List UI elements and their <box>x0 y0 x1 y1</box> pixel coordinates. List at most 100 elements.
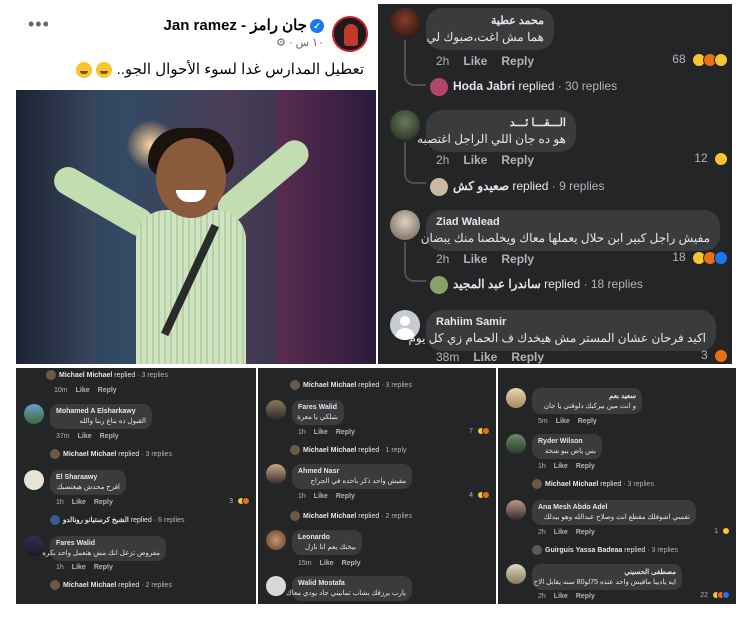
like-button[interactable]: Like <box>320 560 334 567</box>
reaction-summary[interactable]: 3 <box>701 348 728 363</box>
reply-button[interactable]: Reply <box>336 493 355 500</box>
reply-button[interactable]: Reply <box>100 433 119 440</box>
reply-button[interactable]: Reply <box>94 564 113 571</box>
reply-button[interactable]: Reply <box>576 529 595 536</box>
commenter-name[interactable]: Ryder Wilson <box>538 438 596 445</box>
reply-button[interactable]: Reply <box>576 463 595 470</box>
reply-button[interactable]: Reply <box>94 499 113 506</box>
commenter-name[interactable]: Walid Mostafa <box>298 580 406 587</box>
replies-link[interactable]: الشيخ كرستيانو رونالدو replied · 6 repli… <box>50 515 185 525</box>
author-avatar[interactable] <box>332 16 368 52</box>
commenter-avatar[interactable] <box>24 470 44 490</box>
commenter-avatar[interactable] <box>24 536 44 556</box>
commenter-name[interactable]: Ahmed Nasr <box>298 468 406 475</box>
comment-time[interactable]: 37m <box>56 433 70 440</box>
commenter-avatar[interactable] <box>390 210 420 240</box>
replies-link[interactable]: Michael Michael replied · 3 replies <box>46 370 168 380</box>
commenter-name[interactable]: الـــقـــا ئـــد <box>436 116 566 129</box>
reply-button[interactable]: Reply <box>576 593 595 600</box>
commenter-name[interactable]: Mohamed A Elsharkawy <box>56 408 146 415</box>
comment-time[interactable]: 10m <box>54 387 68 394</box>
replies-link[interactable]: Michael Michael replied · 3 replies <box>50 449 172 459</box>
post-time[interactable]: ١٠ س · ⚙ <box>276 36 324 49</box>
like-button[interactable]: Like <box>72 499 86 506</box>
commenter-name[interactable]: محمد عطية <box>436 14 544 27</box>
replies-link[interactable]: Michael Michael replied · 3 replies <box>290 380 412 390</box>
replies-link[interactable]: Michael Michael replied · 3 replies <box>532 479 654 489</box>
reply-button[interactable]: Reply <box>336 429 355 436</box>
commenter-avatar[interactable] <box>390 110 420 140</box>
commenter-name[interactable]: مصطفى الحسيني <box>538 568 676 576</box>
replies-link[interactable]: Michael Michael replied · 2 replies <box>290 511 412 521</box>
comment-time[interactable]: 2h <box>436 153 449 167</box>
reaction-summary[interactable]: 4 <box>469 491 490 499</box>
commenter-avatar[interactable] <box>24 404 44 424</box>
commenter-avatar[interactable] <box>390 8 420 38</box>
commenter-avatar[interactable] <box>506 434 526 454</box>
comment-time[interactable]: 1h <box>538 463 546 470</box>
like-button[interactable]: Like <box>78 433 92 440</box>
comment-time[interactable]: 1h <box>298 429 306 436</box>
commenter-name[interactable]: سعيد بعم <box>538 392 636 400</box>
like-button[interactable]: Like <box>463 153 487 167</box>
like-button[interactable]: Like <box>554 593 568 600</box>
reaction-summary[interactable]: 68 <box>672 52 728 67</box>
reaction-summary[interactable]: 7 <box>469 427 490 435</box>
like-button[interactable]: Like <box>473 350 497 364</box>
commenter-avatar[interactable] <box>266 400 286 420</box>
like-button[interactable]: Like <box>72 564 86 571</box>
reply-button[interactable]: Reply <box>342 560 361 567</box>
like-button[interactable]: Like <box>314 493 328 500</box>
comment-time[interactable]: 1h <box>56 499 64 506</box>
replies-link[interactable]: Guirguis Yassa Badeaa replied · 3 replie… <box>532 545 678 555</box>
comment-time[interactable]: 2h <box>538 529 546 536</box>
post-photo[interactable] <box>16 90 376 364</box>
reply-button[interactable]: Reply <box>578 418 597 425</box>
reaction-summary[interactable]: 18 <box>672 250 728 265</box>
commenter-name[interactable]: Ziad Walead <box>436 216 710 228</box>
comment-time[interactable]: 15m <box>298 560 312 567</box>
commenter-name[interactable]: El Sharaawy <box>56 474 120 481</box>
reaction-summary[interactable]: 12 <box>694 151 728 166</box>
reply-button[interactable]: Reply <box>98 387 117 394</box>
commenter-avatar[interactable] <box>506 500 526 520</box>
like-button[interactable]: Like <box>554 463 568 470</box>
commenter-avatar[interactable] <box>506 564 526 584</box>
comment-time[interactable]: 2h <box>436 54 449 68</box>
commenter-name[interactable]: Fares Walid <box>298 404 338 411</box>
like-button[interactable]: Like <box>556 418 570 425</box>
commenter-avatar[interactable] <box>266 576 286 596</box>
reply-button[interactable]: Reply <box>501 54 534 68</box>
replies-link[interactable]: ساندرا عبد المجيد replied · 18 replies <box>430 276 643 294</box>
like-button[interactable]: Like <box>76 387 90 394</box>
comment-time[interactable]: 38m <box>436 350 459 364</box>
comment-time[interactable]: 1h <box>298 493 306 500</box>
reaction-summary[interactable]: 1 <box>714 527 730 535</box>
reply-button[interactable]: Reply <box>501 252 534 266</box>
replies-link[interactable]: Michael Michael replied · 1 reply <box>290 445 407 455</box>
reply-button[interactable]: Reply <box>511 350 544 364</box>
comment-time[interactable]: 2h <box>538 593 546 600</box>
comment-time[interactable]: 1h <box>56 564 64 571</box>
commenter-name[interactable]: Leonardo <box>298 534 356 541</box>
more-options-icon[interactable]: ••• <box>28 14 50 35</box>
reaction-summary[interactable]: 22 <box>700 591 730 599</box>
commenter-name[interactable]: Rahiim Samir <box>436 316 706 328</box>
replies-link[interactable]: Michael Michael replied · 2 replies <box>50 580 172 590</box>
author-name[interactable]: ✓جان رامز - Jan ramez <box>164 16 324 34</box>
commenter-name[interactable]: Ana Mesh Abdo Adel <box>538 504 690 511</box>
like-button[interactable]: Like <box>314 429 328 436</box>
like-button[interactable]: Like <box>463 54 487 68</box>
commenter-avatar[interactable] <box>506 388 526 408</box>
reply-button[interactable]: Reply <box>501 153 534 167</box>
reaction-summary[interactable]: 3 <box>229 497 250 505</box>
commenter-avatar[interactable] <box>266 530 286 550</box>
like-button[interactable]: Like <box>554 529 568 536</box>
replies-link[interactable]: Hoda Jabri replied · 30 replies <box>430 78 617 96</box>
comment-time[interactable]: 5m <box>538 418 548 425</box>
like-button[interactable]: Like <box>463 252 487 266</box>
comment-time[interactable]: 2h <box>436 252 449 266</box>
commenter-avatar[interactable] <box>266 464 286 484</box>
replies-link[interactable]: صعيدو كش replied · 9 replies <box>430 178 604 196</box>
commenter-name[interactable]: Fares Walid <box>56 540 160 547</box>
